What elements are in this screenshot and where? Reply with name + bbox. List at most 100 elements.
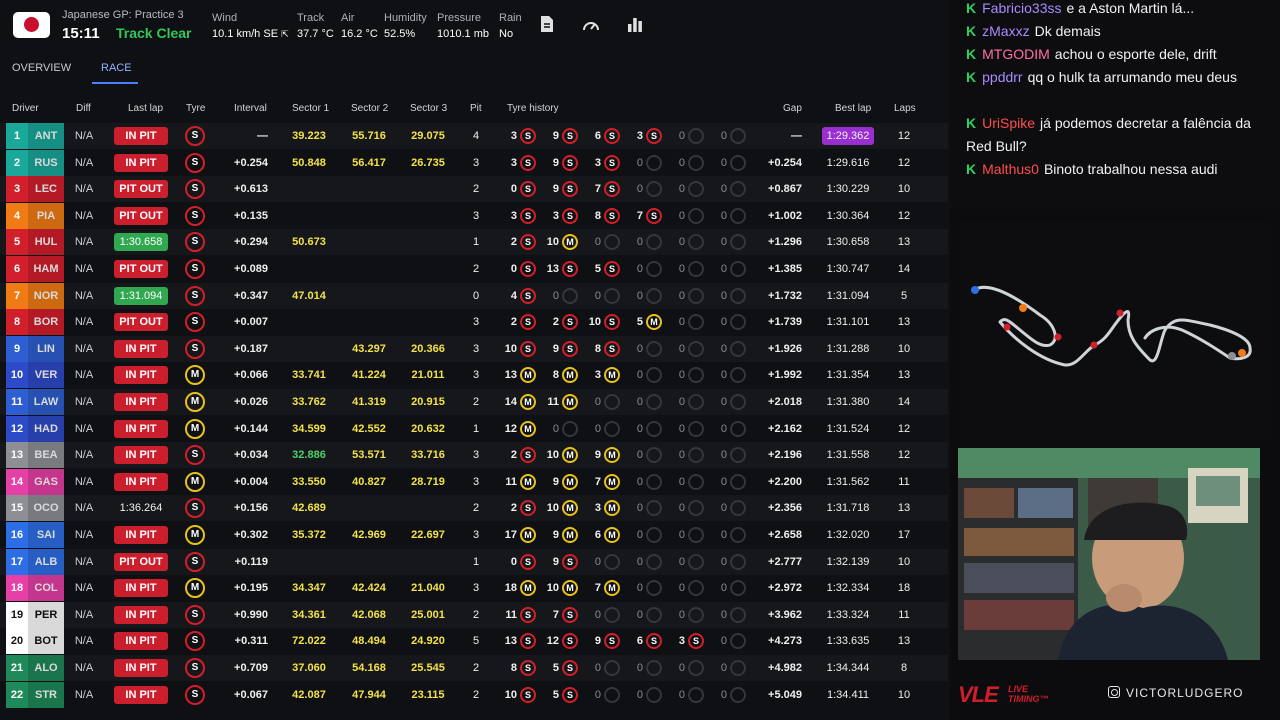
tab-overview[interactable]: OVERVIEW bbox=[12, 62, 71, 74]
table-row[interactable]: 21 ALO N/A IN PIT S +0.709 37.060 54.168 25.545 2… bbox=[0, 655, 948, 681]
stint-laps: 0 bbox=[678, 608, 685, 621]
current-tyre-icon: S bbox=[185, 658, 205, 678]
stint-laps: 0 bbox=[678, 582, 685, 595]
table-row[interactable]: 19 PER N/A IN PIT S +0.990 34.361 42.068 25.001 2… bbox=[0, 601, 948, 628]
table-row[interactable]: 4 PIA N/A PIT OUT S +0.135 3 3 S 3 S 8 S 7 S 0 0 +1.002 1:… bbox=[0, 202, 948, 229]
car-marker bbox=[1019, 304, 1027, 312]
stint-laps: 3 bbox=[510, 156, 517, 169]
table-row[interactable]: 14 GAS N/A IN PIT M +0.004 33.550 40.827 28.719 3… bbox=[0, 468, 948, 495]
stint-laps: 0 bbox=[720, 422, 727, 435]
table-row[interactable]: 7 NOR N/A 1:31.094 S +0.347 47.014 0 4 S 0 0 0 0 0 +1.7… bbox=[0, 282, 948, 309]
col-diff[interactable]: Diff bbox=[76, 103, 91, 114]
stint-laps: 5 bbox=[552, 662, 559, 674]
tyre-stint: 0 bbox=[626, 416, 668, 442]
table-row[interactable]: 20 BOT N/A IN PIT S +0.311 72.022 48.494 24.920 5… bbox=[0, 628, 948, 655]
tyre-compound-icon: S bbox=[562, 261, 578, 277]
tyre-compound-icon bbox=[730, 234, 746, 251]
stint-laps: 0 bbox=[636, 502, 643, 515]
tyre-compound-icon bbox=[730, 606, 746, 623]
col-pit[interactable]: Pit bbox=[470, 103, 482, 114]
tyre-compound-icon: M bbox=[520, 420, 536, 437]
current-tyre-icon: S bbox=[185, 152, 205, 173]
gauge-icon[interactable] bbox=[582, 17, 600, 33]
gap-value: +3.962 bbox=[768, 608, 802, 621]
tyre-stint: 18 M bbox=[500, 575, 542, 601]
last-lap-status: IN PIT bbox=[114, 127, 168, 145]
gap-value: +2.777 bbox=[768, 555, 802, 568]
chat-username[interactable]: MTGODIM bbox=[982, 46, 1050, 62]
tyre-stint: 0 bbox=[668, 682, 710, 708]
table-row[interactable]: 12 HAD N/A IN PIT M +0.144 34.599 42.552 20.632 1… bbox=[0, 415, 948, 442]
current-tyre-icon: S bbox=[185, 126, 205, 146]
interval-value: +0.613 bbox=[234, 183, 268, 196]
table-row[interactable]: 17 ALB N/A PIT OUT S +0.119 1 0 S 9 S 0 0 0 0 +2.777 1:3… bbox=[0, 548, 948, 575]
tyre-compound-icon: M bbox=[604, 500, 620, 517]
tyre-stint: 0 bbox=[668, 362, 710, 388]
stint-laps: 0 bbox=[510, 263, 517, 275]
bar-chart-icon[interactable] bbox=[627, 17, 643, 32]
tyre-stint: 9S bbox=[542, 336, 584, 362]
sector-1-time: 34.361 bbox=[292, 608, 326, 621]
sector-3-time: 25.545 bbox=[411, 662, 445, 674]
col-sector-3[interactable]: Sector 3 bbox=[410, 103, 447, 114]
tyre-stint: 0 bbox=[668, 256, 710, 282]
col-best-lap[interactable]: Best lap bbox=[835, 103, 871, 114]
tyre-compound-icon bbox=[730, 261, 746, 277]
diff-value: N/A bbox=[74, 316, 94, 329]
stint-laps: 9 bbox=[552, 130, 559, 142]
tyre-stint: 3M bbox=[584, 362, 626, 388]
col-interval[interactable]: Interval bbox=[234, 103, 267, 114]
tyre-compound-icon bbox=[604, 394, 620, 410]
tyre-compound-icon: S bbox=[520, 234, 536, 251]
table-row[interactable]: 9 LIN N/A IN PIT S +0.187 43.297 20.366 3 10 S 9 S 8 S… bbox=[0, 335, 948, 362]
table-row[interactable]: 16 SAI N/A IN PIT M +0.302 35.372 42.969 22.697 3… bbox=[0, 522, 948, 548]
table-row[interactable]: 13 BEA N/A IN PIT S +0.034 32.886 53.571 33.716 3… bbox=[0, 442, 948, 469]
tyre-compound-icon: M bbox=[562, 500, 578, 517]
tab-race[interactable]: RACE bbox=[101, 62, 132, 74]
stint-laps: 0 bbox=[678, 396, 685, 408]
tyre-compound-icon bbox=[646, 394, 662, 410]
col-last-lap[interactable]: Last lap bbox=[128, 103, 163, 114]
best-lap-time: 1:32.020 bbox=[826, 529, 870, 541]
current-tyre-icon: M bbox=[185, 365, 205, 386]
col-driver[interactable]: Driver bbox=[12, 103, 39, 114]
col-tyre-history[interactable]: Tyre history bbox=[507, 103, 559, 114]
tyre-compound-icon: S bbox=[604, 314, 620, 331]
table-row[interactable]: 1 ANT N/A IN PIT S —39.223 55.716 29.075 4 3 S 9 S 6 S… bbox=[0, 123, 948, 149]
table-row[interactable]: 22 STR N/A IN PIT S +0.067 42.087 47.944 23.115 2… bbox=[0, 681, 948, 708]
table-row[interactable]: 15 OCO N/A 1:36.264 S +0.156 42.689 2 2 S 10 M 3 M 0 0 0… bbox=[0, 495, 948, 522]
current-tyre-icon: S bbox=[185, 232, 205, 253]
table-row[interactable]: 10 VER N/A IN PIT M +0.066 33.741 41.224 21.011 3… bbox=[0, 362, 948, 389]
document-icon[interactable] bbox=[540, 15, 554, 33]
table-row[interactable]: 8 BOR N/A PIT OUT S +0.007 3 2 S 2 S 10 S 5 M 0 0 +1.739 1… bbox=[0, 309, 948, 336]
chat-username[interactable]: Fabricio33ss bbox=[982, 0, 1061, 16]
driver-code: BOT bbox=[28, 628, 64, 655]
chat-username[interactable]: UriSpike bbox=[982, 115, 1035, 131]
tyre-compound-icon bbox=[646, 340, 662, 357]
pit-count: 2 bbox=[472, 688, 480, 701]
table-row[interactable]: 3 LEC N/A PIT OUT S +0.613 2 0 S 9 S 7 S 0 0 0 +0.867 1:3… bbox=[0, 176, 948, 203]
tyre-compound-icon bbox=[688, 234, 704, 251]
col-sector-2[interactable]: Sector 2 bbox=[351, 103, 388, 114]
col-laps[interactable]: Laps bbox=[894, 103, 916, 114]
chat-username[interactable]: zMaxxz bbox=[982, 23, 1029, 39]
table-row[interactable]: 11 LAW N/A IN PIT M +0.026 33.762 41.319 20.915 2… bbox=[0, 389, 948, 415]
driver-code: HAD bbox=[28, 415, 64, 442]
col-gap[interactable]: Gap bbox=[783, 103, 802, 114]
chat-username[interactable]: Malthus0 bbox=[982, 161, 1039, 177]
tyre-compound-icon: S bbox=[520, 261, 536, 277]
col-sector-1[interactable]: Sector 1 bbox=[292, 103, 329, 114]
tyre-stint: 0 bbox=[584, 682, 626, 708]
table-row[interactable]: 18 COL N/A IN PIT M +0.195 34.347 42.424 21.040 3… bbox=[0, 575, 948, 602]
tyre-stint: 0 bbox=[710, 150, 752, 176]
interval-value: +0.156 bbox=[234, 502, 268, 515]
tyre-stint: 9S bbox=[542, 150, 584, 176]
table-row[interactable]: 5 HUL N/A 1:30.658 S +0.294 50.673 1 2 S 10 M 0 0 0 0 +1… bbox=[0, 229, 948, 256]
chat-username[interactable]: ppddrr bbox=[982, 69, 1022, 85]
tyre-history: 17 M 9 M 6 M 0 0 0 bbox=[500, 522, 750, 548]
col-tyre[interactable]: Tyre bbox=[186, 103, 205, 114]
stint-laps: 0 bbox=[636, 662, 643, 674]
tyre-compound-icon bbox=[646, 686, 662, 703]
table-row[interactable]: 6 HAM N/A PIT OUT S +0.089 2 0 S 13 S 5 S 0 0 0 +1.385 1:… bbox=[0, 256, 948, 282]
table-row[interactable]: 2 RUS N/A IN PIT S +0.254 50.848 56.417 26.735 3 3… bbox=[0, 149, 948, 176]
